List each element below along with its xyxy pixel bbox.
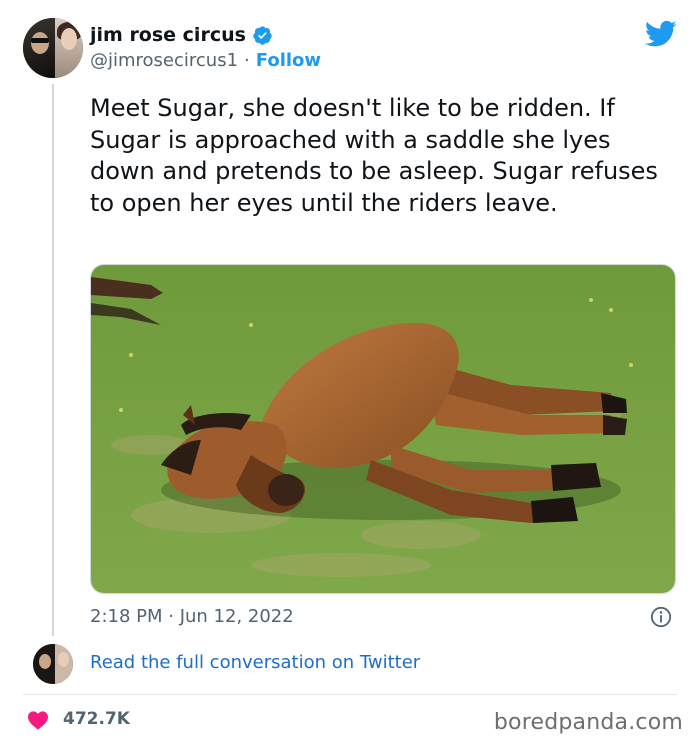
- twitter-bird-icon[interactable]: [645, 20, 677, 48]
- tweet-timestamp[interactable]: 2:18 PM · Jun 12, 2022: [90, 606, 294, 627]
- follow-button[interactable]: Follow: [256, 50, 321, 71]
- boredpanda-watermark: boredpanda.com: [493, 710, 683, 735]
- verified-badge-icon: [253, 25, 272, 45]
- tweet-embed-card: jim rose circus @jimrosecircus1 · Follow…: [0, 0, 700, 747]
- separator-dot: ·: [244, 50, 250, 71]
- info-icon[interactable]: [650, 606, 672, 628]
- tweet-text: Meet Sugar, she doesn't like to be ridde…: [90, 94, 658, 217]
- tweet-photo-sleeping-horse[interactable]: [90, 264, 676, 594]
- author-avatar[interactable]: [23, 18, 83, 78]
- read-conversation-link[interactable]: Read the full conversation on Twitter: [90, 652, 420, 673]
- like-count: 472.7K: [63, 709, 130, 729]
- heart-icon[interactable]: [27, 710, 49, 730]
- conversation-avatar[interactable]: [33, 644, 73, 684]
- footer-divider: [23, 694, 677, 695]
- author-handle[interactable]: @jimrosecircus1: [90, 50, 238, 71]
- thread-line: [52, 84, 54, 636]
- author-handle-row: @jimrosecircus1 · Follow: [90, 50, 321, 71]
- author-name-row: jim rose circus: [90, 24, 273, 46]
- author-display-name[interactable]: jim rose circus: [90, 24, 246, 46]
